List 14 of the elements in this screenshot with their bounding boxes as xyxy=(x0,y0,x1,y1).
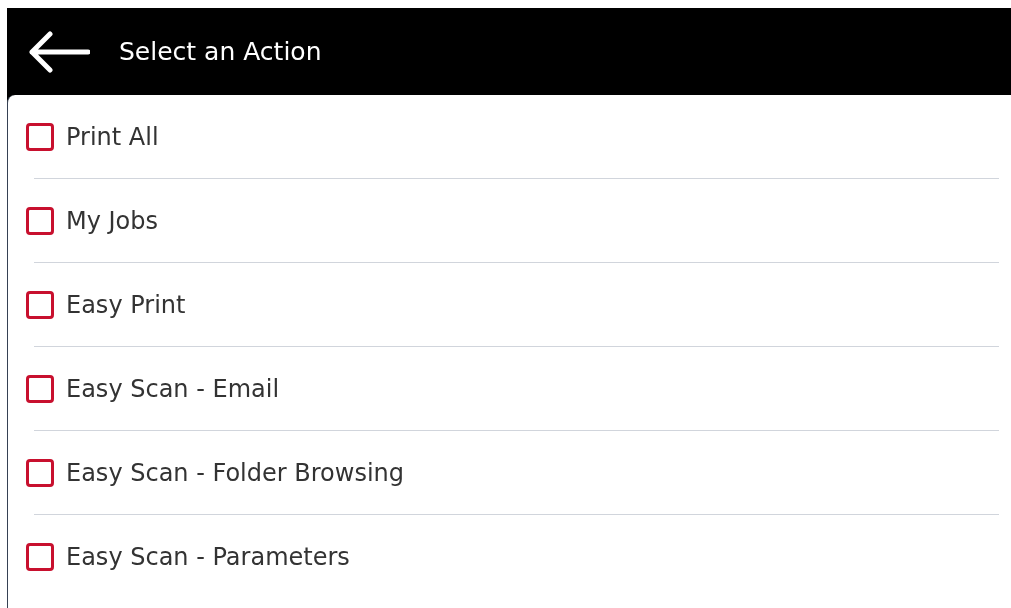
checkbox[interactable] xyxy=(26,122,54,151)
checkbox[interactable] xyxy=(26,543,54,571)
action-label[interactable]: Easy Scan - Parameters xyxy=(66,539,350,575)
checkbox[interactable] xyxy=(26,290,54,319)
action-label[interactable]: Easy Scan - Email xyxy=(66,370,280,407)
screen-title: Select an Action xyxy=(119,35,322,68)
action-label[interactable]: Easy Scan - Folder Browsing xyxy=(66,454,404,491)
checkbox[interactable] xyxy=(26,206,54,235)
action-label[interactable]: My Jobs xyxy=(66,202,159,239)
action-label[interactable]: Print All xyxy=(66,118,159,155)
checkbox[interactable] xyxy=(26,374,54,403)
action-label[interactable]: Easy Print xyxy=(66,286,186,323)
back-arrow-icon xyxy=(28,29,90,74)
checkbox[interactable] xyxy=(26,458,54,487)
